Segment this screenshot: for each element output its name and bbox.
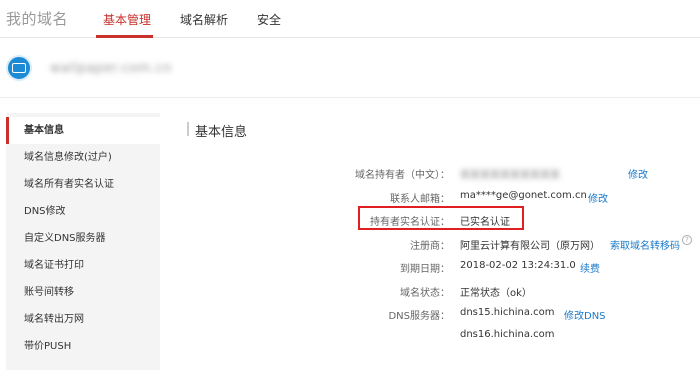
edit-owner-link[interactable]: 修改	[628, 166, 648, 181]
sidebar: 基本信息 域名信息修改(过户) 域名所有者实名认证 DNS修改 自定义DNS服务…	[6, 113, 160, 370]
expiry-value: 2018-02-02 13:24:31.0	[460, 260, 576, 271]
realname-value: 已实名认证	[460, 217, 510, 228]
top-nav: 我的域名 基本管理 域名解析 安全	[0, 0, 700, 38]
email-value: ma****ge@gonet.com.cn	[460, 190, 587, 201]
registrar-label: 注册商：	[410, 241, 450, 252]
tab-security[interactable]: 安全	[257, 11, 281, 28]
edit-dns-link[interactable]: 修改DNS	[564, 307, 606, 322]
edit-email-link[interactable]: 修改	[588, 190, 608, 205]
owner-value: 某某某某某某某某某某	[460, 170, 560, 181]
tab-basic-management[interactable]: 基本管理	[103, 11, 151, 28]
sidebar-item-price-push[interactable]: 带价PUSH	[6, 333, 160, 360]
section-divider	[187, 122, 189, 136]
help-icon[interactable]: ?	[682, 235, 692, 245]
expiry-label: 到期日期：	[400, 264, 450, 275]
registrar-value: 阿里云计算有限公司（原万网）	[460, 241, 600, 252]
sidebar-item-custom-dns[interactable]: 自定义DNS服务器	[6, 225, 160, 252]
domain-name: wallpaper.com.cn	[50, 61, 172, 76]
tab-dns-resolution[interactable]: 域名解析	[180, 11, 228, 28]
realname-label: 持有者实名认证：	[370, 217, 450, 228]
sidebar-item-owner-verification[interactable]: 域名所有者实名认证	[6, 171, 160, 198]
domain-header: wallpaper.com.cn	[0, 40, 700, 98]
dns-server-2: dns16.hichina.com	[460, 329, 555, 340]
domain-logo-icon	[6, 55, 32, 81]
renew-link[interactable]: 续费	[580, 260, 600, 275]
sidebar-item-account-transfer[interactable]: 账号间转移	[6, 279, 160, 306]
active-tab-indicator	[96, 35, 153, 38]
status-value: 正常状态（ok）	[460, 288, 532, 299]
sidebar-item-transfer-out[interactable]: 域名转出万网	[6, 306, 160, 333]
dns-label: DNS服务器：	[388, 311, 450, 322]
section-title: 基本信息	[195, 125, 248, 140]
status-label: 域名状态：	[400, 288, 450, 299]
request-transfer-code-link[interactable]: 索取域名转移码	[610, 237, 680, 252]
owner-label: 域名持有者（中文）：	[355, 170, 450, 181]
email-label: 联系人邮箱：	[390, 194, 450, 205]
brand-title: 我的域名	[6, 10, 69, 28]
sidebar-item-basic-info[interactable]: 基本信息	[6, 117, 160, 144]
sidebar-item-dns-change[interactable]: DNS修改	[6, 198, 160, 225]
dns-server-1: dns15.hichina.com	[460, 307, 555, 318]
sidebar-item-certificate-print[interactable]: 域名证书打印	[6, 252, 160, 279]
sidebar-item-info-change[interactable]: 域名信息修改(过户)	[6, 144, 160, 171]
